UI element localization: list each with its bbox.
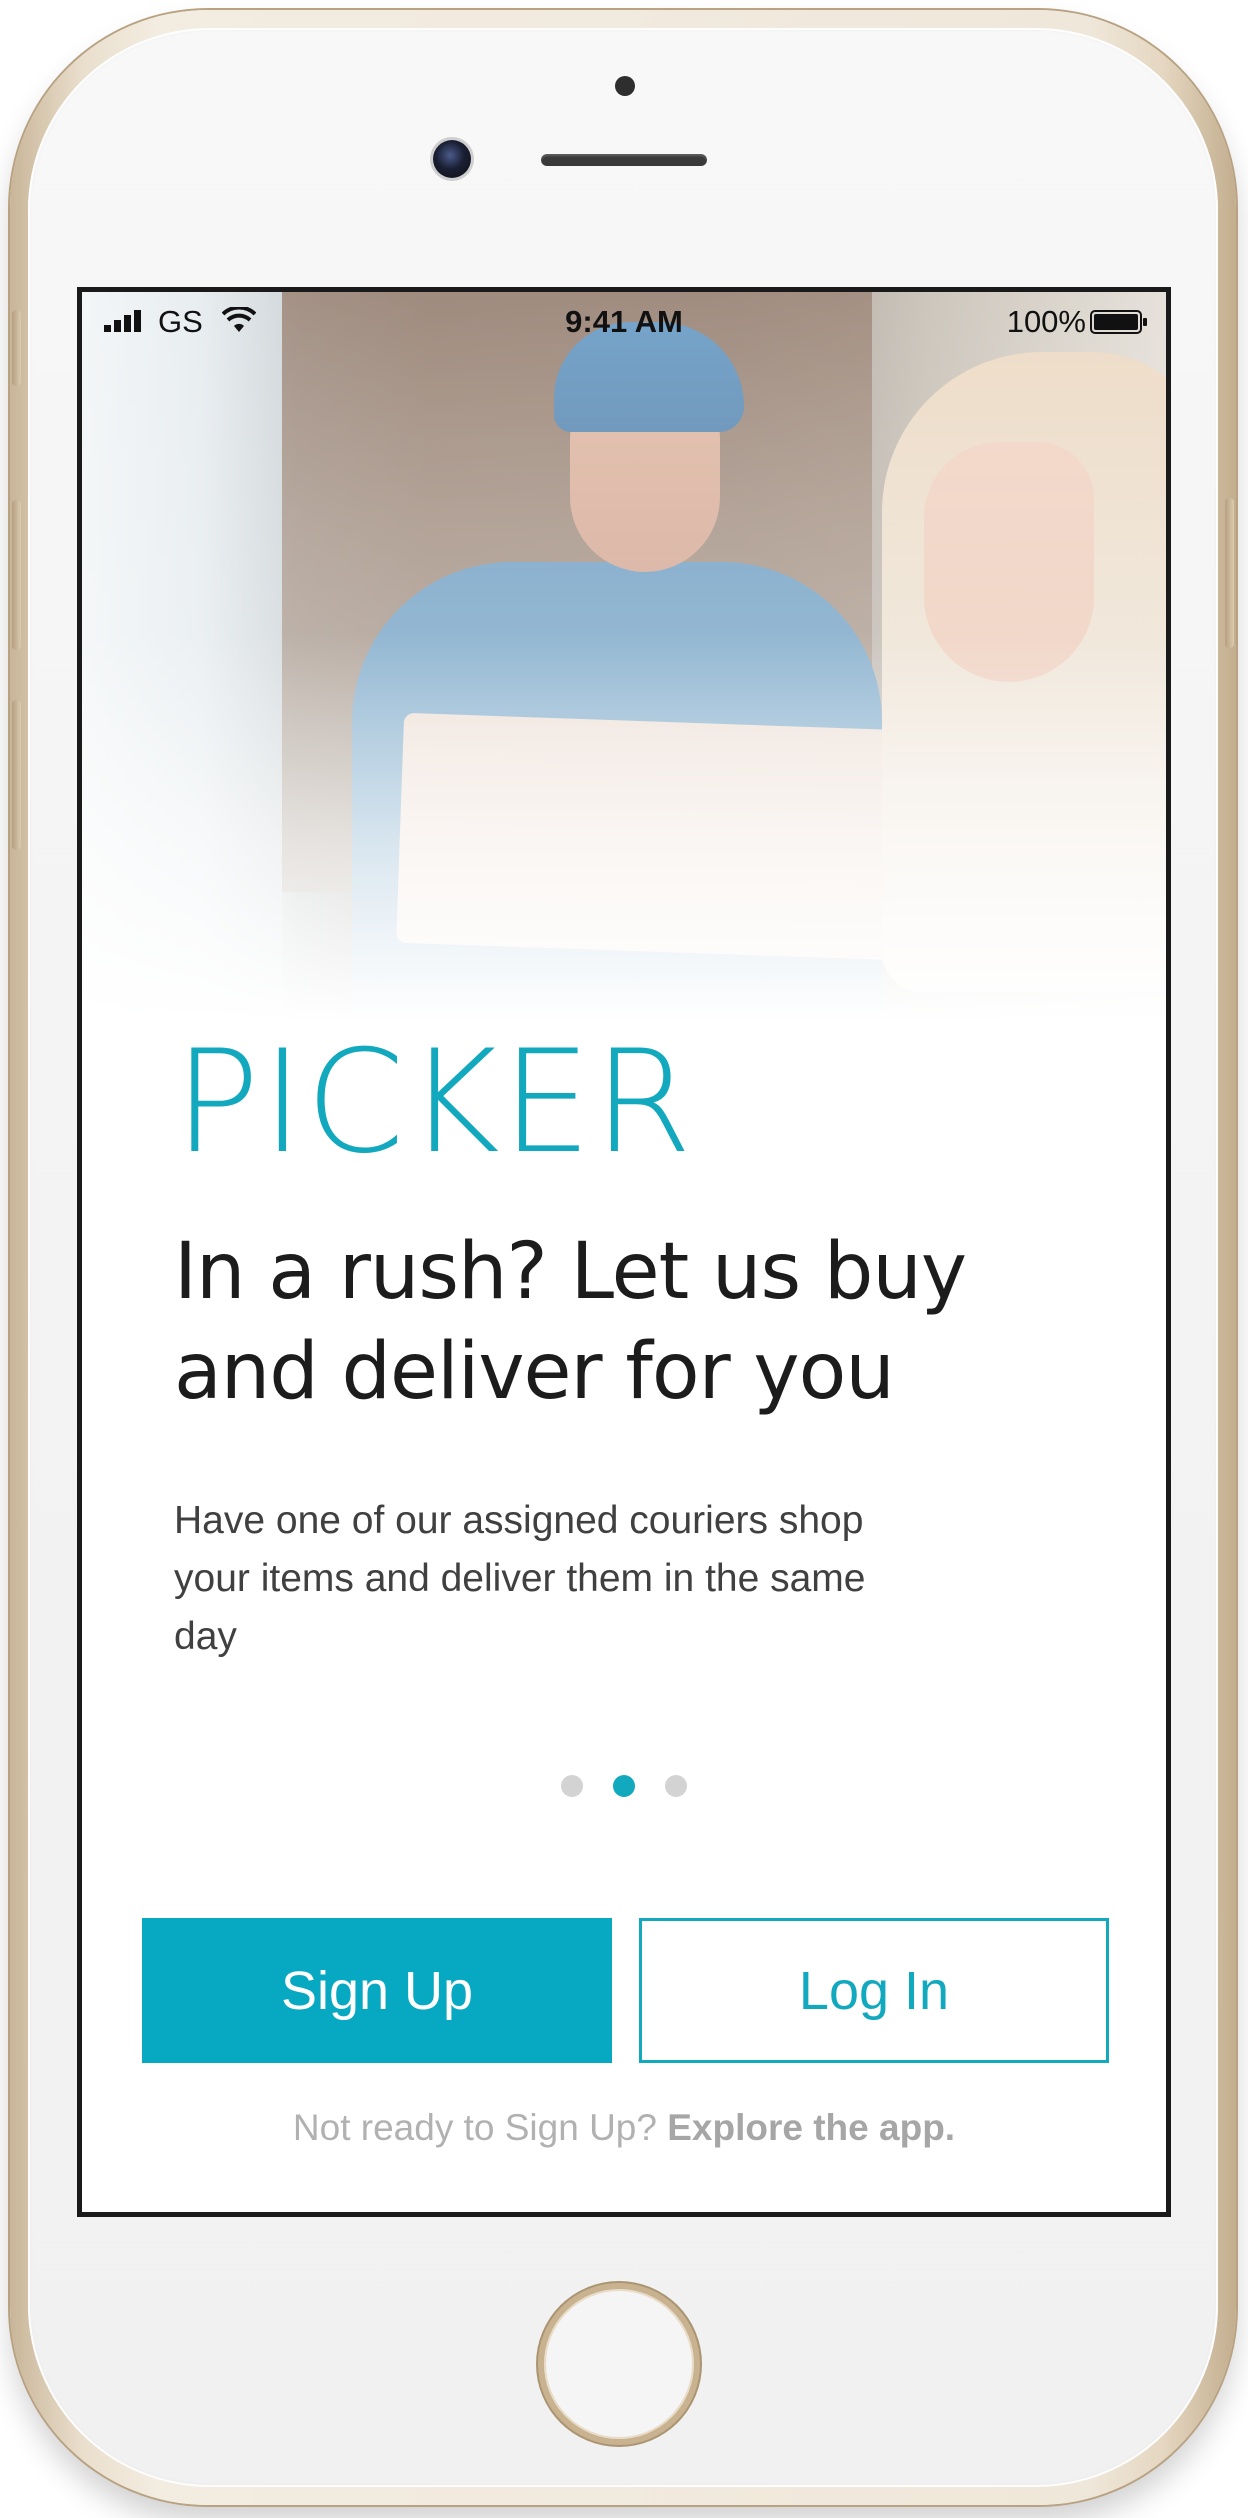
battery-full-icon (1090, 310, 1147, 334)
hero-fade-overlay (82, 292, 1166, 1052)
page-dot[interactable] (665, 1775, 687, 1797)
explore-prefix: Not ready to Sign Up? (292, 2107, 657, 2148)
explore-prompt: Not ready to Sign Up? Explore the app. (82, 2107, 1166, 2149)
app-screen: GS 9:41 AM 100% PICKER In a rush? Let us… (77, 287, 1171, 2217)
log-in-button[interactable]: Log In (639, 1918, 1109, 2063)
power-button (1225, 498, 1234, 648)
onboarding-headline: In a rush? Let us buy and deliver for yo… (174, 1227, 967, 1417)
page-indicator (82, 1775, 1166, 1797)
sign-up-button[interactable]: Sign Up (142, 1918, 612, 2063)
volume-up-button (12, 500, 21, 650)
page-dot[interactable] (561, 1775, 583, 1797)
onboarding-description: Have one of our assigned couriers shop y… (174, 1499, 866, 1658)
brand-logo: PICKER (174, 1020, 695, 1185)
page-dot-active[interactable] (613, 1775, 635, 1797)
front-camera-icon (433, 140, 471, 178)
earpiece-speaker (541, 154, 707, 166)
home-button[interactable] (538, 2283, 700, 2445)
status-bar: GS 9:41 AM 100% (82, 292, 1166, 350)
battery-percent: 100% (1006, 304, 1086, 339)
status-time: 9:41 AM (565, 304, 683, 339)
hero-image (82, 292, 1166, 1052)
volume-down-button (12, 700, 21, 850)
proximity-sensor (615, 76, 635, 96)
mute-switch (12, 310, 21, 386)
explore-app-link[interactable]: Explore the app. (667, 2107, 955, 2148)
